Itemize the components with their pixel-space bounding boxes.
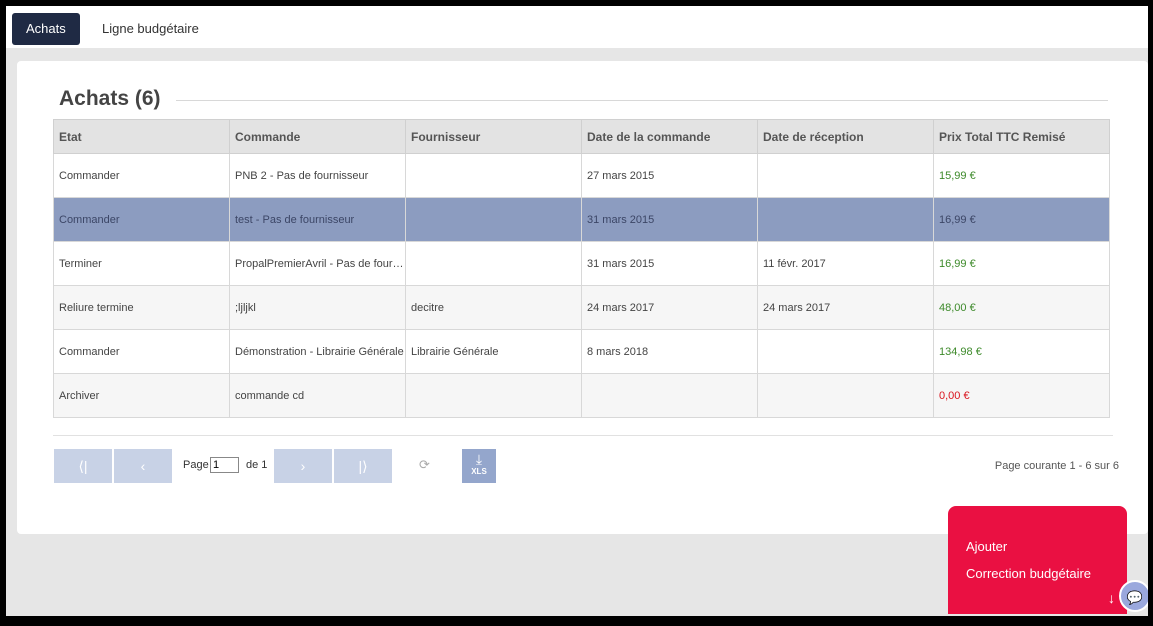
cell-fournisseur: decitre: [405, 285, 582, 330]
cell-date-commande: 31 mars 2015: [581, 241, 758, 286]
first-page-icon: ⟨|: [78, 458, 88, 474]
cell-commande: PropalPremierAvril - Pas de fournisseur: [229, 241, 406, 286]
cell-prix: 134,98 €: [933, 329, 1110, 374]
column-header-prix[interactable]: Prix Total TTC Remisé: [933, 119, 1110, 154]
cell-date-commande: [581, 373, 758, 418]
cell-etat: Commander: [53, 153, 230, 198]
content-panel: Achats (6) Etat Commande Fournisseur Dat…: [17, 61, 1148, 534]
cell-etat: Commander: [53, 329, 230, 374]
cell-etat: Archiver: [53, 373, 230, 418]
cell-prix: 16,99 €: [933, 241, 1110, 286]
cell-etat: Reliure termine: [53, 285, 230, 330]
export-xls-button[interactable]: ⤓ XLS: [462, 449, 496, 483]
cell-prix: 0,00 €: [933, 373, 1110, 418]
page-title: Achats (6): [59, 87, 161, 110]
app-frame: Achats Ligne budgétaire Achats (6) Etat …: [6, 6, 1148, 616]
cell-fournisseur: Librairie Générale: [405, 329, 582, 374]
next-page-button[interactable]: ›: [274, 449, 332, 483]
table-row[interactable]: Commander Démonstration - Librairie Géné…: [53, 329, 1110, 374]
column-header-etat[interactable]: Etat: [53, 119, 230, 154]
arrow-down-icon[interactable]: ↓: [1108, 590, 1115, 606]
cell-commande: Démonstration - Librairie Générale: [229, 329, 406, 374]
cell-fournisseur: [405, 197, 582, 242]
budget-correction-button[interactable]: Correction budgétaire: [966, 566, 1091, 581]
previous-page-button[interactable]: ‹: [114, 449, 172, 483]
pagination-divider: [53, 435, 1113, 436]
column-header-date-commande[interactable]: Date de la commande: [581, 119, 758, 154]
cell-fournisseur: [405, 373, 582, 418]
table-row[interactable]: Archiver commande cd 0,00 €: [53, 373, 1110, 418]
table-row-selected[interactable]: Commander test - Pas de fournisseur 31 m…: [53, 197, 1110, 242]
download-icon: ⤓: [475, 451, 483, 467]
title-divider: [176, 100, 1108, 101]
cell-commande: commande cd: [229, 373, 406, 418]
last-page-button[interactable]: |⟩: [334, 449, 392, 483]
page-number-input[interactable]: [210, 457, 239, 473]
table-row[interactable]: Reliure termine ;ljljkl decitre 24 mars …: [53, 285, 1110, 330]
cell-date-commande: 8 mars 2018: [581, 329, 758, 374]
cell-fournisseur: [405, 241, 582, 286]
cell-date-reception: [757, 373, 934, 418]
cell-commande: PNB 2 - Pas de fournisseur: [229, 153, 406, 198]
tab-achats[interactable]: Achats: [12, 13, 80, 45]
cell-date-commande: 27 mars 2015: [581, 153, 758, 198]
cell-etat: Terminer: [53, 241, 230, 286]
cell-date-reception: 24 mars 2017: [757, 285, 934, 330]
tab-ligne-budgetaire[interactable]: Ligne budgétaire: [88, 13, 213, 45]
cell-date-reception: [757, 329, 934, 374]
column-header-fournisseur[interactable]: Fournisseur: [405, 119, 582, 154]
first-page-button[interactable]: ⟨|: [54, 449, 112, 483]
column-header-date-reception[interactable]: Date de réception: [757, 119, 934, 154]
page-label: Page: [183, 459, 209, 471]
xls-label: XLS: [471, 467, 487, 476]
last-page-icon: |⟩: [358, 458, 368, 474]
cell-fournisseur: [405, 153, 582, 198]
chevron-right-icon: ›: [300, 458, 306, 474]
add-button[interactable]: Ajouter: [966, 539, 1007, 554]
top-tab-bar: Achats Ligne budgétaire: [6, 6, 1148, 48]
table-header-row: Etat Commande Fournisseur Date de la com…: [53, 119, 1110, 154]
pagination-status: Page courante 1 - 6 sur 6: [994, 460, 1119, 472]
purchases-table: Etat Commande Fournisseur Date de la com…: [53, 119, 1110, 418]
cell-prix: 15,99 €: [933, 153, 1110, 198]
cell-commande: test - Pas de fournisseur: [229, 197, 406, 242]
page-count-label: de 1: [246, 459, 268, 471]
chevron-left-icon: ‹: [140, 458, 146, 474]
cell-date-reception: 11 févr. 2017: [757, 241, 934, 286]
refresh-icon[interactable]: ⟳: [419, 457, 430, 473]
chat-icon[interactable]: 💬: [1119, 580, 1148, 612]
cell-date-reception: [757, 197, 934, 242]
actions-panel: Ajouter Correction budgétaire ↓: [948, 506, 1127, 614]
cell-prix: 48,00 €: [933, 285, 1110, 330]
cell-date-commande: 24 mars 2017: [581, 285, 758, 330]
table-row[interactable]: Commander PNB 2 - Pas de fournisseur 27 …: [53, 153, 1110, 198]
cell-etat: Commander: [53, 197, 230, 242]
cell-date-reception: [757, 153, 934, 198]
cell-date-commande: 31 mars 2015: [581, 197, 758, 242]
table-row[interactable]: Terminer PropalPremierAvril - Pas de fou…: [53, 241, 1110, 286]
cell-prix: 16,99 €: [933, 197, 1110, 242]
column-header-commande[interactable]: Commande: [229, 119, 406, 154]
cell-commande: ;ljljkl: [229, 285, 406, 330]
